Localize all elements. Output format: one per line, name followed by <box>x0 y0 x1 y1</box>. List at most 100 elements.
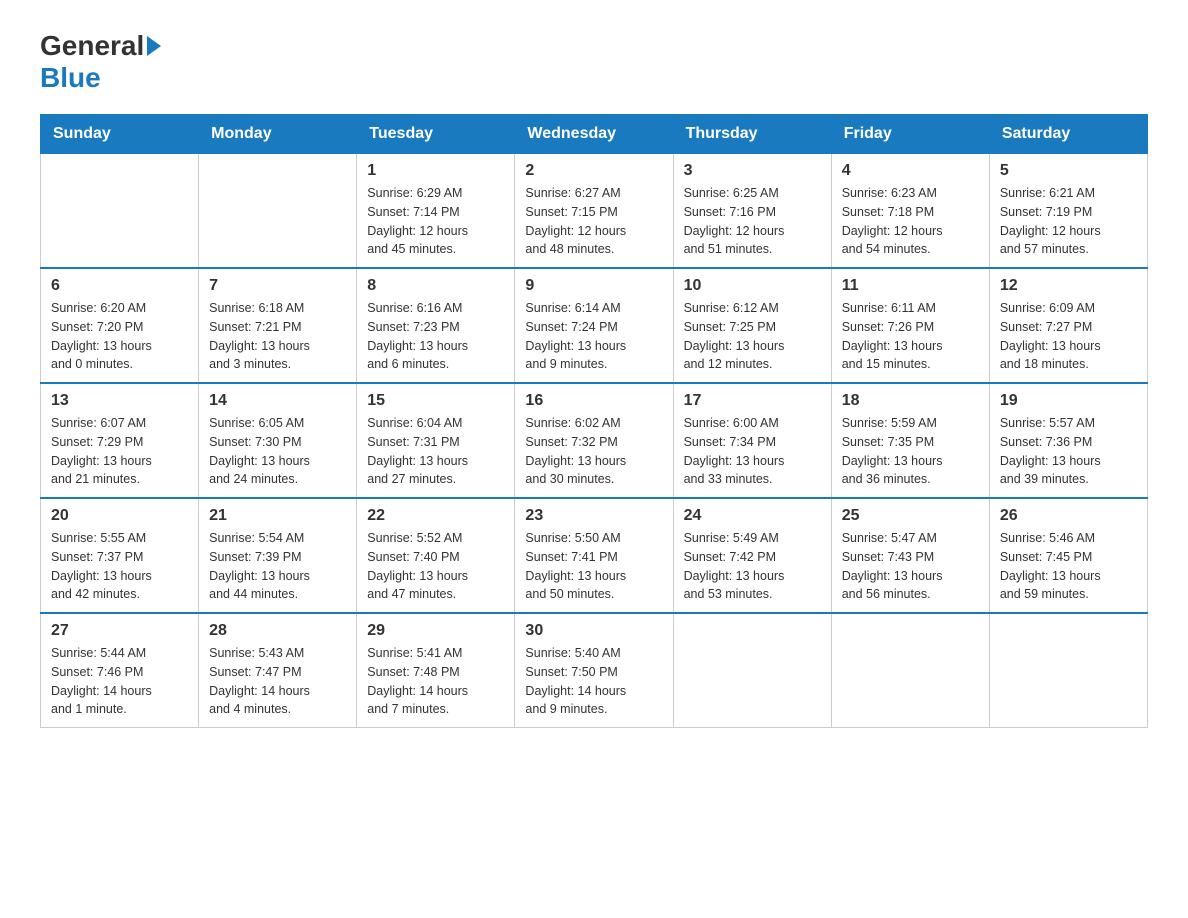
day-number: 10 <box>684 277 821 295</box>
calendar-day-1: 1Sunrise: 6:29 AM Sunset: 7:14 PM Daylig… <box>357 154 515 269</box>
day-info: Sunrise: 6:02 AM Sunset: 7:32 PM Dayligh… <box>525 414 662 489</box>
calendar-day-24: 24 Sunrise: 5:49 AM Sunset: 7:42 PM Dayli… <box>673 498 831 613</box>
day-info: Sunrise: 5:41 AM Sunset: 7:48 PM Dayligh… <box>367 644 504 719</box>
logo-general: General <box>40 30 144 62</box>
calendar-day-8: 8 Sunrise: 6:16 AM Sunset: 7:23 PM Daylig… <box>357 268 515 383</box>
calendar-day-10: 10 Sunrise: 6:12 AM Sunset: 7:25 PM Dayli… <box>673 268 831 383</box>
calendar-day-25: 25 Sunrise: 5:47 AM Sunset: 7:43 PM Dayli… <box>831 498 989 613</box>
day-info: Sunrise: 5:59 AM Sunset: 7:35 PM Dayligh… <box>842 414 979 489</box>
calendar-day-29: 29 Sunrise: 5:41 AM Sunset: 7:48 PM Dayli… <box>357 613 515 728</box>
day-number: 13 <box>51 392 188 410</box>
day-number: 19 <box>1000 392 1137 410</box>
calendar-day-27: 27Sunrise: 5:44 AM Sunset: 7:46 PM Dayli… <box>41 613 199 728</box>
calendar-day-12: 12 Sunrise: 6:09 AM Sunset: 7:27 PM Dayli… <box>989 268 1147 383</box>
day-number: 29 <box>367 622 504 640</box>
calendar-day-19: 19Sunrise: 5:57 AM Sunset: 7:36 PM Dayli… <box>989 383 1147 498</box>
day-info: Sunrise: 5:54 AM Sunset: 7:39 PM Dayligh… <box>209 529 346 604</box>
calendar-header-wednesday: Wednesday <box>515 115 673 154</box>
day-number: 11 <box>842 277 979 295</box>
day-number: 18 <box>842 392 979 410</box>
day-number: 4 <box>842 162 979 180</box>
calendar-header-monday: Monday <box>199 115 357 154</box>
day-number: 3 <box>684 162 821 180</box>
day-info: Sunrise: 6:16 AM Sunset: 7:23 PM Dayligh… <box>367 299 504 374</box>
day-number: 17 <box>684 392 821 410</box>
day-number: 24 <box>684 507 821 525</box>
calendar-header-row: SundayMondayTuesdayWednesdayThursdayFrid… <box>41 115 1148 154</box>
day-info: Sunrise: 6:23 AM Sunset: 7:18 PM Dayligh… <box>842 184 979 259</box>
day-number: 14 <box>209 392 346 410</box>
day-info: Sunrise: 6:09 AM Sunset: 7:27 PM Dayligh… <box>1000 299 1137 374</box>
day-info: Sunrise: 5:43 AM Sunset: 7:47 PM Dayligh… <box>209 644 346 719</box>
day-info: Sunrise: 5:55 AM Sunset: 7:37 PM Dayligh… <box>51 529 188 604</box>
calendar-day-2: 2 Sunrise: 6:27 AM Sunset: 7:15 PM Daylig… <box>515 154 673 269</box>
day-number: 2 <box>525 162 662 180</box>
day-number: 9 <box>525 277 662 295</box>
calendar-day-22: 22 Sunrise: 5:52 AM Sunset: 7:40 PM Dayli… <box>357 498 515 613</box>
day-info: Sunrise: 5:50 AM Sunset: 7:41 PM Dayligh… <box>525 529 662 604</box>
calendar-header-thursday: Thursday <box>673 115 831 154</box>
logo: General Blue <box>40 30 164 94</box>
day-info: Sunrise: 6:18 AM Sunset: 7:21 PM Dayligh… <box>209 299 346 374</box>
day-number: 21 <box>209 507 346 525</box>
calendar-week-row: 13 Sunrise: 6:07 AM Sunset: 7:29 PM Dayli… <box>41 383 1148 498</box>
day-info: Sunrise: 5:52 AM Sunset: 7:40 PM Dayligh… <box>367 529 504 604</box>
day-info: Sunrise: 6:25 AM Sunset: 7:16 PM Dayligh… <box>684 184 821 259</box>
day-info: Sunrise: 6:14 AM Sunset: 7:24 PM Dayligh… <box>525 299 662 374</box>
calendar-empty-cell <box>673 613 831 728</box>
day-number: 12 <box>1000 277 1137 295</box>
day-info: Sunrise: 5:49 AM Sunset: 7:42 PM Dayligh… <box>684 529 821 604</box>
day-number: 22 <box>367 507 504 525</box>
day-number: 6 <box>51 277 188 295</box>
day-number: 23 <box>525 507 662 525</box>
logo-blue: Blue <box>40 62 101 93</box>
calendar-header-friday: Friday <box>831 115 989 154</box>
calendar-week-row: 20Sunrise: 5:55 AM Sunset: 7:37 PM Dayli… <box>41 498 1148 613</box>
calendar-day-20: 20Sunrise: 5:55 AM Sunset: 7:37 PM Dayli… <box>41 498 199 613</box>
calendar-day-28: 28 Sunrise: 5:43 AM Sunset: 7:47 PM Dayli… <box>199 613 357 728</box>
calendar-day-3: 3 Sunrise: 6:25 AM Sunset: 7:16 PM Daylig… <box>673 154 831 269</box>
day-info: Sunrise: 6:21 AM Sunset: 7:19 PM Dayligh… <box>1000 184 1137 259</box>
calendar-empty-cell <box>989 613 1147 728</box>
day-number: 30 <box>525 622 662 640</box>
calendar-day-23: 23 Sunrise: 5:50 AM Sunset: 7:41 PM Dayli… <box>515 498 673 613</box>
calendar-day-17: 17 Sunrise: 6:00 AM Sunset: 7:34 PM Dayli… <box>673 383 831 498</box>
day-info: Sunrise: 6:11 AM Sunset: 7:26 PM Dayligh… <box>842 299 979 374</box>
calendar-empty-cell <box>831 613 989 728</box>
day-number: 7 <box>209 277 346 295</box>
calendar-day-5: 5 Sunrise: 6:21 AM Sunset: 7:19 PM Daylig… <box>989 154 1147 269</box>
calendar-day-14: 14Sunrise: 6:05 AM Sunset: 7:30 PM Dayli… <box>199 383 357 498</box>
day-number: 27 <box>51 622 188 640</box>
day-info: Sunrise: 6:00 AM Sunset: 7:34 PM Dayligh… <box>684 414 821 489</box>
day-number: 28 <box>209 622 346 640</box>
calendar-day-18: 18 Sunrise: 5:59 AM Sunset: 7:35 PM Dayli… <box>831 383 989 498</box>
day-info: Sunrise: 6:27 AM Sunset: 7:15 PM Dayligh… <box>525 184 662 259</box>
day-info: Sunrise: 6:20 AM Sunset: 7:20 PM Dayligh… <box>51 299 188 374</box>
day-number: 5 <box>1000 162 1137 180</box>
day-number: 8 <box>367 277 504 295</box>
day-info: Sunrise: 6:04 AM Sunset: 7:31 PM Dayligh… <box>367 414 504 489</box>
calendar-day-13: 13 Sunrise: 6:07 AM Sunset: 7:29 PM Dayli… <box>41 383 199 498</box>
calendar-header-tuesday: Tuesday <box>357 115 515 154</box>
day-info: Sunrise: 6:12 AM Sunset: 7:25 PM Dayligh… <box>684 299 821 374</box>
calendar-week-row: 6 Sunrise: 6:20 AM Sunset: 7:20 PM Daylig… <box>41 268 1148 383</box>
calendar-empty-cell <box>199 154 357 269</box>
logo-arrow-icon <box>147 36 161 56</box>
calendar-header-sunday: Sunday <box>41 115 199 154</box>
calendar-day-26: 26Sunrise: 5:46 AM Sunset: 7:45 PM Dayli… <box>989 498 1147 613</box>
calendar-day-30: 30 Sunrise: 5:40 AM Sunset: 7:50 PM Dayli… <box>515 613 673 728</box>
calendar-week-row: 27Sunrise: 5:44 AM Sunset: 7:46 PM Dayli… <box>41 613 1148 728</box>
page-header: General Blue <box>40 30 1148 94</box>
calendar-empty-cell <box>41 154 199 269</box>
calendar-week-row: 1Sunrise: 6:29 AM Sunset: 7:14 PM Daylig… <box>41 154 1148 269</box>
day-number: 16 <box>525 392 662 410</box>
day-info: Sunrise: 5:40 AM Sunset: 7:50 PM Dayligh… <box>525 644 662 719</box>
day-number: 25 <box>842 507 979 525</box>
calendar-day-4: 4 Sunrise: 6:23 AM Sunset: 7:18 PM Daylig… <box>831 154 989 269</box>
day-info: Sunrise: 5:47 AM Sunset: 7:43 PM Dayligh… <box>842 529 979 604</box>
calendar-day-11: 11 Sunrise: 6:11 AM Sunset: 7:26 PM Dayli… <box>831 268 989 383</box>
calendar-day-9: 9 Sunrise: 6:14 AM Sunset: 7:24 PM Daylig… <box>515 268 673 383</box>
calendar-day-21: 21 Sunrise: 5:54 AM Sunset: 7:39 PM Dayli… <box>199 498 357 613</box>
calendar-day-15: 15Sunrise: 6:04 AM Sunset: 7:31 PM Dayli… <box>357 383 515 498</box>
day-info: Sunrise: 6:07 AM Sunset: 7:29 PM Dayligh… <box>51 414 188 489</box>
